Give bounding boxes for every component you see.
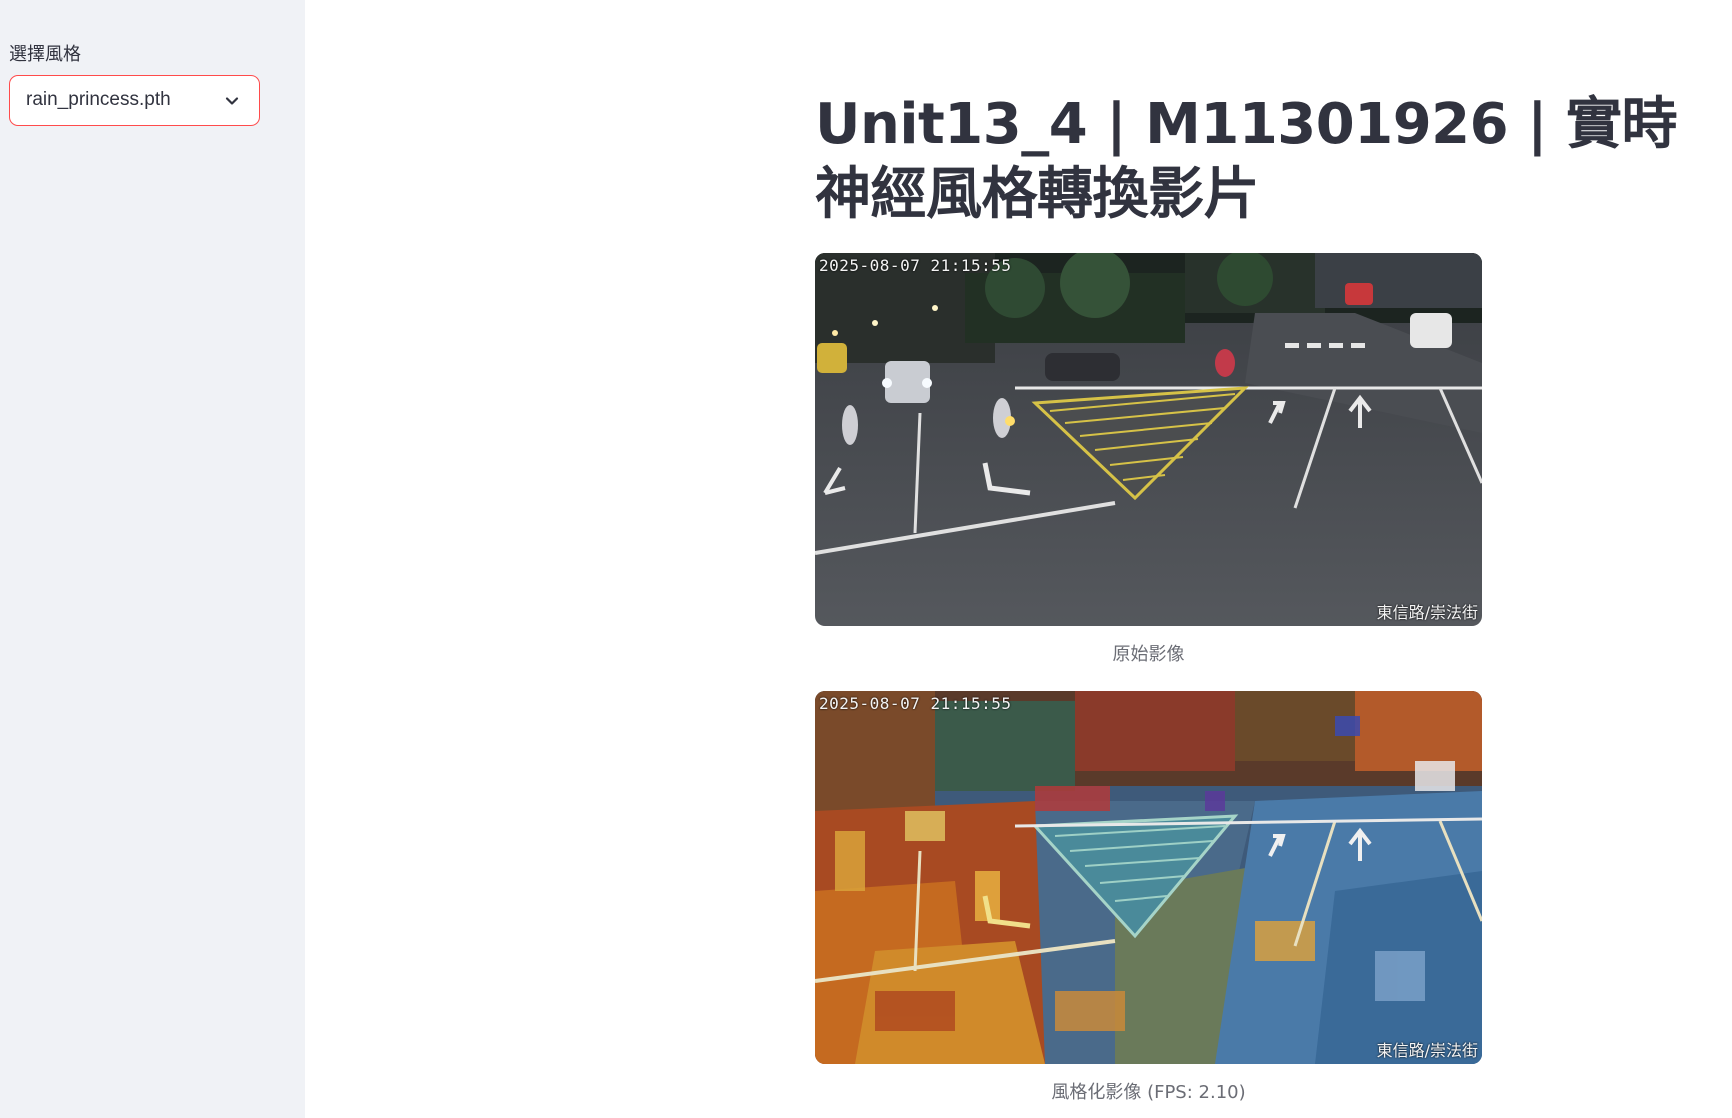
original-timestamp: 2025-08-07 21:15:55 — [819, 256, 1012, 275]
original-video-frame: 2025-08-07 21:15:55 東信路/崇法街 — [815, 253, 1482, 626]
page-title: Unit13_4 | M11301926 | 實時神經風格轉換影片 — [815, 92, 1678, 227]
style-select-value: rain_princess.pth — [26, 89, 171, 110]
original-location-label: 東信路/崇法街 — [1376, 603, 1478, 622]
styled-location-label: 東信路/崇法街 — [1376, 1041, 1478, 1060]
styled-caption: 風格化影像 (FPS: 2.10) — [1051, 1082, 1246, 1103]
style-select-label: 選擇風格 — [9, 44, 81, 65]
original-caption: 原始影像 — [1112, 644, 1185, 665]
app-root: 選擇風格 rain_princess.pth Unit13_4 | M11301… — [0, 0, 1732, 1118]
styled-timestamp: 2025-08-07 21:15:55 — [819, 694, 1012, 713]
sidebar: 選擇風格 rain_princess.pth — [0, 0, 305, 1118]
style-select[interactable]: rain_princess.pth — [9, 75, 260, 126]
styled-street-image — [815, 691, 1482, 1064]
original-street-image — [815, 253, 1482, 626]
styled-video-frame: 2025-08-07 21:15:55 東信路/崇法街 — [815, 691, 1482, 1064]
chevron-down-icon — [225, 97, 239, 105]
main-content: Unit13_4 | M11301926 | 實時神經風格轉換影片 2025-0… — [305, 0, 1732, 1118]
